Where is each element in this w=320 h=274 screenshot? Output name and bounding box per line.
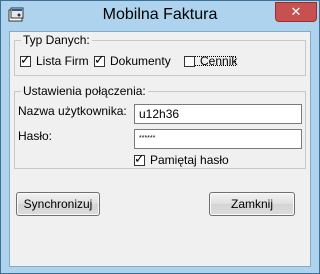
typ-danych-group: Typ Danych: ✓ Lista Firm ✓ Dokumenty Cen… [14,33,306,76]
cennik-label: Cennik [200,54,238,68]
close-icon: ✕ [290,4,302,19]
dokumenty-checkbox[interactable]: ✓ Dokumenty [94,51,171,68]
cennik-checkbox[interactable]: Cennik [182,53,239,69]
checkbox-box[interactable]: ✓ [134,150,145,166]
checkbox-box[interactable]: ✓ [94,51,105,67]
checkbox-box[interactable] [184,55,195,67]
lista-firm-label: Lista Firm [36,54,89,68]
typ-danych-title: Typ Danych: [21,33,92,47]
password-label: Hasło: [18,129,53,143]
username-label: Nazwa użytkownika: [18,104,127,118]
ustawienia-title: Ustawienia połączenia: [21,84,148,98]
app-window: Mobilna Faktura ✕ Typ Danych: ✓ Lista Fi… [0,0,320,274]
checkmark-icon: ✓ [20,51,31,67]
close-window-button[interactable]: ✕ [275,2,317,22]
title-bar[interactable]: Mobilna Faktura ✕ [1,1,319,31]
remember-password-label: Pamiętaj hasło [150,153,229,167]
lista-firm-checkbox[interactable]: ✓ Lista Firm [20,51,89,68]
checkmark-icon: ✓ [94,51,105,67]
remember-password-checkbox[interactable]: ✓ Pamiętaj hasło [134,150,229,167]
close-button[interactable]: Zamknij [209,192,295,216]
checkmark-icon: ✓ [134,150,145,166]
ustawienia-group: Ustawienia połączenia: Nazwa użytkownika… [14,84,306,169]
window-title: Mobilna Faktura [102,6,218,23]
username-input[interactable]: u12h36 [134,104,302,124]
checkbox-box[interactable]: ✓ [20,51,31,67]
dokumenty-label: Dokumenty [110,54,171,68]
sync-button[interactable]: Synchronizuj [16,192,100,216]
password-input[interactable]: ****** [134,129,302,149]
dialog-body: Typ Danych: ✓ Lista Firm ✓ Dokumenty Cen… [9,31,311,267]
